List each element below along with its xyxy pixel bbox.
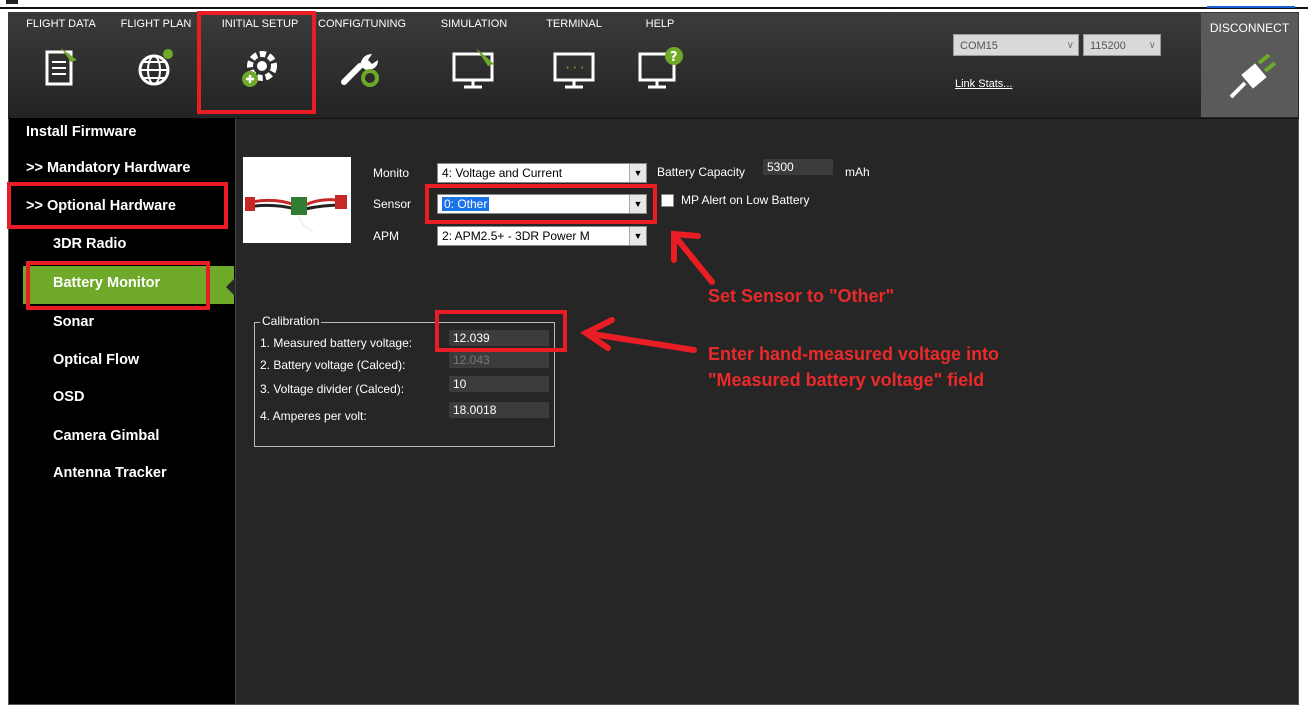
sensor-label: Sensor [373, 197, 412, 211]
power-module-image [243, 157, 351, 243]
power-module-picture [245, 195, 347, 232]
sidebar-item-camera-gimbal[interactable]: Camera Gimbal [9, 428, 235, 448]
calced-voltage-field: 12.043 [449, 352, 549, 368]
calibration-title: Calibration [260, 314, 322, 328]
page-corner-mark [6, 0, 18, 4]
menu-simulation[interactable]: SIMULATION [436, 12, 512, 112]
voltage-divider-input[interactable]: 10 [449, 376, 549, 392]
sensor-instruction-note: Set Sensor to "Other" [708, 286, 895, 306]
sidebar-item-label: 3DR Radio [53, 236, 127, 252]
calib-row-label: 2. Battery voltage (Calced): [260, 358, 406, 372]
sidebar-item-mandatory-hardware[interactable]: >> Mandatory Hardware [9, 160, 235, 180]
battery-capacity-label: Battery Capacity [657, 165, 746, 179]
menu-simulation-label: SIMULATION [440, 18, 508, 30]
sidebar-item-3dr-radio[interactable]: 3DR Radio [9, 236, 235, 256]
help-icon: ? [638, 47, 683, 89]
link-stats-link[interactable]: Link Stats... [955, 78, 1012, 90]
voltage-instruction-line2: "Measured battery voltage" field [708, 370, 985, 390]
sidebar-item-label: Optical Flow [53, 352, 140, 368]
flight-plan-icon [138, 49, 173, 86]
sidebar-item-label: Sonar [53, 314, 95, 330]
monitor-select[interactable]: 4: Voltage and Current ▼ [437, 163, 647, 183]
config-tuning-icon [341, 54, 379, 87]
amperes-per-volt-input[interactable]: 18.0018 [449, 402, 549, 418]
sidebar-item-osd[interactable]: OSD [9, 389, 235, 409]
sidebar-item-label: Antenna Tracker [53, 465, 167, 481]
highlight-box-optional-hardware [7, 182, 228, 229]
highlight-box-battery-monitor [26, 261, 210, 310]
terminal-icon: ··· [553, 52, 595, 89]
calib-row-label: 4. Amperes per volt: [260, 409, 367, 423]
sidebar-item-optical-flow[interactable]: Optical Flow [9, 352, 235, 372]
port-value: COM15 [960, 40, 998, 52]
highlight-box-measured-voltage [435, 310, 567, 352]
menu-flight-plan-label: FLIGHT PLAN [120, 18, 192, 30]
low-battery-alert-label: MP Alert on Low Battery [681, 193, 810, 207]
calib-row-label: 1. Measured battery voltage: [260, 336, 413, 350]
sidebar-item-label: Camera Gimbal [53, 428, 160, 444]
baud-select[interactable]: 115200 ∨ [1083, 34, 1161, 56]
menu-flight-data-label: FLIGHT DATA [26, 18, 96, 30]
highlight-box-initial-setup [197, 11, 316, 114]
baud-value: 115200 [1090, 40, 1126, 52]
menu-flight-plan[interactable]: FLIGHT PLAN [116, 12, 196, 112]
dropdown-arrow-icon: ▼ [629, 164, 646, 182]
svg-text:···: ··· [564, 61, 586, 75]
port-select[interactable]: COM15 ∨ [953, 34, 1079, 56]
disconnect-button[interactable]: DISCONNECT [1201, 13, 1298, 117]
menu-help[interactable]: HELP ? [630, 12, 690, 112]
battery-capacity-input[interactable]: 5300 [763, 159, 833, 175]
disconnect-label: DISCONNECT [1209, 21, 1290, 35]
menu-terminal-label: TERMINAL [546, 18, 602, 30]
menu-config-tuning-label: CONFIG/TUNING [318, 18, 406, 30]
arrow-to-sensor-shaft [675, 237, 715, 285]
capacity-unit: mAh [845, 165, 870, 179]
sidebar-item-sonar[interactable]: Sonar [9, 314, 235, 334]
menu-config-tuning[interactable]: CONFIG/TUNING [318, 12, 406, 112]
highlight-box-sensor [425, 184, 657, 224]
sidebar-item-label: Install Firmware [26, 124, 137, 140]
monitor-value: 4: Voltage and Current [442, 166, 563, 180]
simulation-icon [452, 48, 494, 89]
chevron-down-icon: ∨ [1148, 40, 1156, 51]
menu-terminal[interactable]: TERMINAL ··· [538, 12, 610, 112]
menu-flight-data[interactable]: FLIGHT DATA [18, 12, 104, 112]
monitor-label: Monito [373, 166, 410, 180]
chevron-down-icon: ∨ [1066, 40, 1074, 51]
sidebar-item-label: >> Mandatory Hardware [26, 160, 191, 176]
sidebar-item-label: OSD [53, 389, 85, 405]
low-battery-alert-checkbox[interactable] [661, 194, 674, 207]
svg-text:?: ? [670, 50, 678, 65]
page-top-rule [0, 7, 1308, 9]
plug-icon [1229, 53, 1277, 99]
calib-row-label: 3. Voltage divider (Calced): [260, 382, 405, 396]
apm-label: APM [373, 229, 400, 243]
menu-help-label: HELP [645, 18, 675, 30]
page-top-link-underline [1207, 0, 1295, 8]
sidebar-item-install-firmware[interactable]: Install Firmware [9, 124, 235, 144]
flight-data-icon [45, 48, 77, 86]
sidebar-item-antenna-tracker[interactable]: Antenna Tracker [9, 465, 235, 485]
voltage-instruction-line1: Enter hand-measured voltage into [708, 344, 1000, 364]
